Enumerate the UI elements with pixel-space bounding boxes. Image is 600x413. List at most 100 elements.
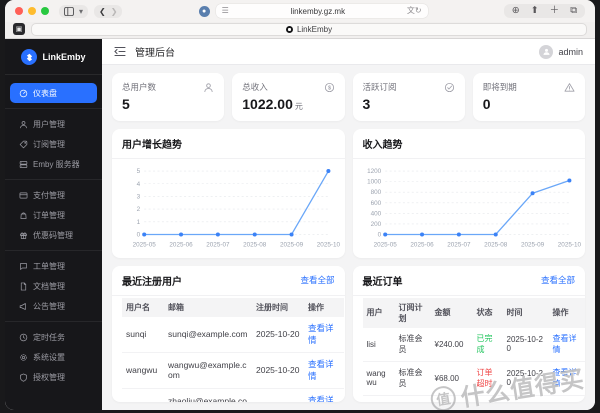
sidebar-item-label: 支付管理 — [33, 190, 65, 200]
view-details-link[interactable]: 查看详情 — [548, 327, 585, 362]
sidebar-item-license[interactable]: 授权管理 — [10, 367, 97, 387]
back-button[interactable]: ❮ — [99, 7, 106, 16]
cell-email: sunqi@example.com — [164, 316, 252, 353]
sidebar-item-label: 优惠码管理 — [33, 230, 73, 240]
chat-icon — [20, 262, 27, 270]
stat-value: 1022.00 元 — [242, 96, 303, 112]
stat-label: 总用户数 — [122, 82, 157, 92]
svg-text:0: 0 — [377, 231, 381, 238]
stat-value: 0 — [482, 96, 491, 112]
stat-card-total-revenue: 总收入 $1022.00 元 — [232, 73, 345, 121]
bag-icon — [20, 212, 27, 219]
sidebar-item-docs[interactable]: 文档管理 — [10, 276, 97, 296]
cell-registered: 2025-10-20 — [252, 388, 304, 402]
svg-text:200: 200 — [370, 221, 381, 228]
users-icon — [204, 82, 213, 92]
sidebar-item-users[interactable]: 用户管理 — [10, 114, 97, 134]
sidebar-item-label: 用户管理 — [33, 119, 65, 129]
sidebar-item-label: 定时任务 — [33, 332, 65, 342]
tables-row: 最近注册用户 查看全部 用户名 邮箱 注册时间 操作 sunqi sunqi@exampl… — [112, 265, 585, 402]
stat-card-total-users: 总用户数 5 — [112, 73, 225, 121]
svg-text:$: $ — [328, 85, 331, 91]
column-header: 操作 — [548, 297, 585, 328]
url-text: linkemby.gz.mk — [290, 6, 346, 16]
sidebar-item-label: Emby 服务器 — [33, 159, 80, 169]
sidebar-item-dashboard[interactable]: 仪表盘 — [10, 83, 97, 103]
user-icon — [20, 120, 27, 128]
cell-status: 订单超时 — [472, 361, 503, 396]
zoom-window-button[interactable] — [41, 7, 49, 15]
column-header: 邮箱 — [164, 297, 252, 317]
sidebar-item-cron[interactable]: 定时任务 — [10, 327, 97, 347]
sidebar-item-orders[interactable]: 订单管理 — [10, 205, 97, 225]
close-window-button[interactable] — [15, 7, 23, 15]
cell-time: 2025-10-20 — [502, 327, 549, 362]
app-logo[interactable]: LinkEmby — [5, 39, 102, 75]
sidebar-item-subscriptions[interactable]: 订阅管理 — [10, 134, 97, 154]
address-bar[interactable]: ☰ linkemby.gz.mk 文 ↻ — [215, 4, 428, 18]
nav-group: 仪表盘 — [5, 81, 102, 105]
recent-orders-card: 最近订单 查看全部 用户 订阅计划 金额 状态 时间 操作 lisi 标准会员 ¥240.00 已… — [352, 265, 585, 402]
svg-text:4: 4 — [137, 181, 141, 188]
svg-text:2025-10: 2025-10 — [317, 242, 341, 249]
translate-icon[interactable]: 文 — [407, 7, 415, 15]
sidebar-toggle[interactable]: ▾ — [59, 4, 89, 18]
extension-icon[interactable]: ● — [198, 5, 210, 17]
sidebar-item-tickets[interactable]: 工单管理 — [10, 256, 97, 276]
stat-unit: 元 — [294, 102, 303, 111]
sidebar-item-payments[interactable]: 支付管理 — [10, 185, 97, 205]
browser-window: ▾ ❮ ❯ ● ☰ linkemby.gz.mk 文 ↻ ⊕ ⬆ ＋ ⧉ ▣ L… — [5, 0, 595, 410]
svg-text:2025-09: 2025-09 — [280, 242, 304, 249]
view-all-orders-link[interactable]: 查看全部 — [541, 274, 575, 286]
new-tab-button[interactable]: ＋ — [547, 6, 563, 16]
sidebar-item-label: 文档管理 — [33, 281, 65, 291]
stat-label: 总收入 — [242, 82, 268, 92]
reader-icon[interactable]: ☰ — [222, 7, 229, 15]
downloads-icon[interactable]: ⊕ — [509, 6, 523, 16]
linkemby-logo-icon — [21, 49, 38, 65]
table-header-row: 用户名 邮箱 注册时间 操作 — [122, 297, 344, 317]
document-icon — [20, 282, 27, 290]
view-all-users-link[interactable]: 查看全部 — [300, 274, 334, 286]
column-header: 操作 — [304, 297, 344, 317]
svg-text:2025-09: 2025-09 — [520, 242, 544, 249]
nav-buttons: ❮ ❯ — [94, 4, 123, 18]
table-header-row: 用户 订阅计划 金额 状态 时间 操作 — [362, 297, 585, 328]
svg-text:2: 2 — [137, 206, 141, 213]
pinned-tab[interactable]: ▣ — [13, 23, 25, 35]
stat-value: 5 — [122, 96, 130, 112]
revenue-chart-card: 收入趋势 0 200 400 600 800 1000 1200 2025-05 2025-06… — [352, 129, 585, 258]
sidebar-item-announcements[interactable]: 公告管理 — [10, 296, 97, 316]
forward-button[interactable]: ❯ — [111, 7, 118, 16]
view-details-link[interactable]: 查看详情 — [304, 316, 344, 353]
column-header: 金额 — [430, 297, 473, 328]
column-header: 用户 — [362, 297, 395, 328]
collapse-sidebar-icon[interactable] — [114, 46, 126, 57]
user-menu[interactable]: admin — [539, 44, 583, 59]
svg-text:2025-10: 2025-10 — [557, 242, 581, 249]
user-name: admin — [558, 46, 583, 57]
sidebar-item-emby-servers[interactable]: Emby 服务器 — [10, 154, 97, 174]
tab-linkemby[interactable]: LinkEmby — [31, 22, 587, 36]
clock-icon — [19, 333, 28, 341]
reload-icon[interactable]: ↻ — [415, 7, 422, 15]
view-details-link[interactable]: 查看详情 — [304, 388, 344, 402]
chart-title: 用户增长趋势 — [122, 140, 182, 151]
share-icon[interactable]: ⬆ — [528, 6, 542, 16]
sidebar-item-label: 公告管理 — [33, 301, 65, 311]
column-header: 用户名 — [122, 297, 164, 317]
minimize-window-button[interactable] — [28, 7, 36, 15]
gift-icon — [20, 232, 27, 239]
svg-text:2025-07: 2025-07 — [447, 242, 471, 249]
sidebar-item-label: 订单管理 — [33, 210, 65, 220]
view-details-link[interactable]: 查看详情 — [548, 361, 585, 396]
svg-text:5: 5 — [137, 168, 141, 175]
gear-icon — [20, 353, 27, 361]
sidebar-item-settings[interactable]: 系统设置 — [10, 347, 97, 367]
table-row: sunqi sunqi@example.com 2025-10-20 查看详情 — [122, 316, 344, 353]
tab-overview-icon[interactable]: ⧉ — [567, 6, 580, 16]
nav-group: 工单管理文档管理公告管理 — [5, 250, 102, 318]
view-details-link[interactable]: 查看详情 — [304, 352, 344, 389]
column-header: 注册时间 — [252, 297, 304, 317]
sidebar-item-coupons[interactable]: 优惠码管理 — [10, 225, 97, 245]
